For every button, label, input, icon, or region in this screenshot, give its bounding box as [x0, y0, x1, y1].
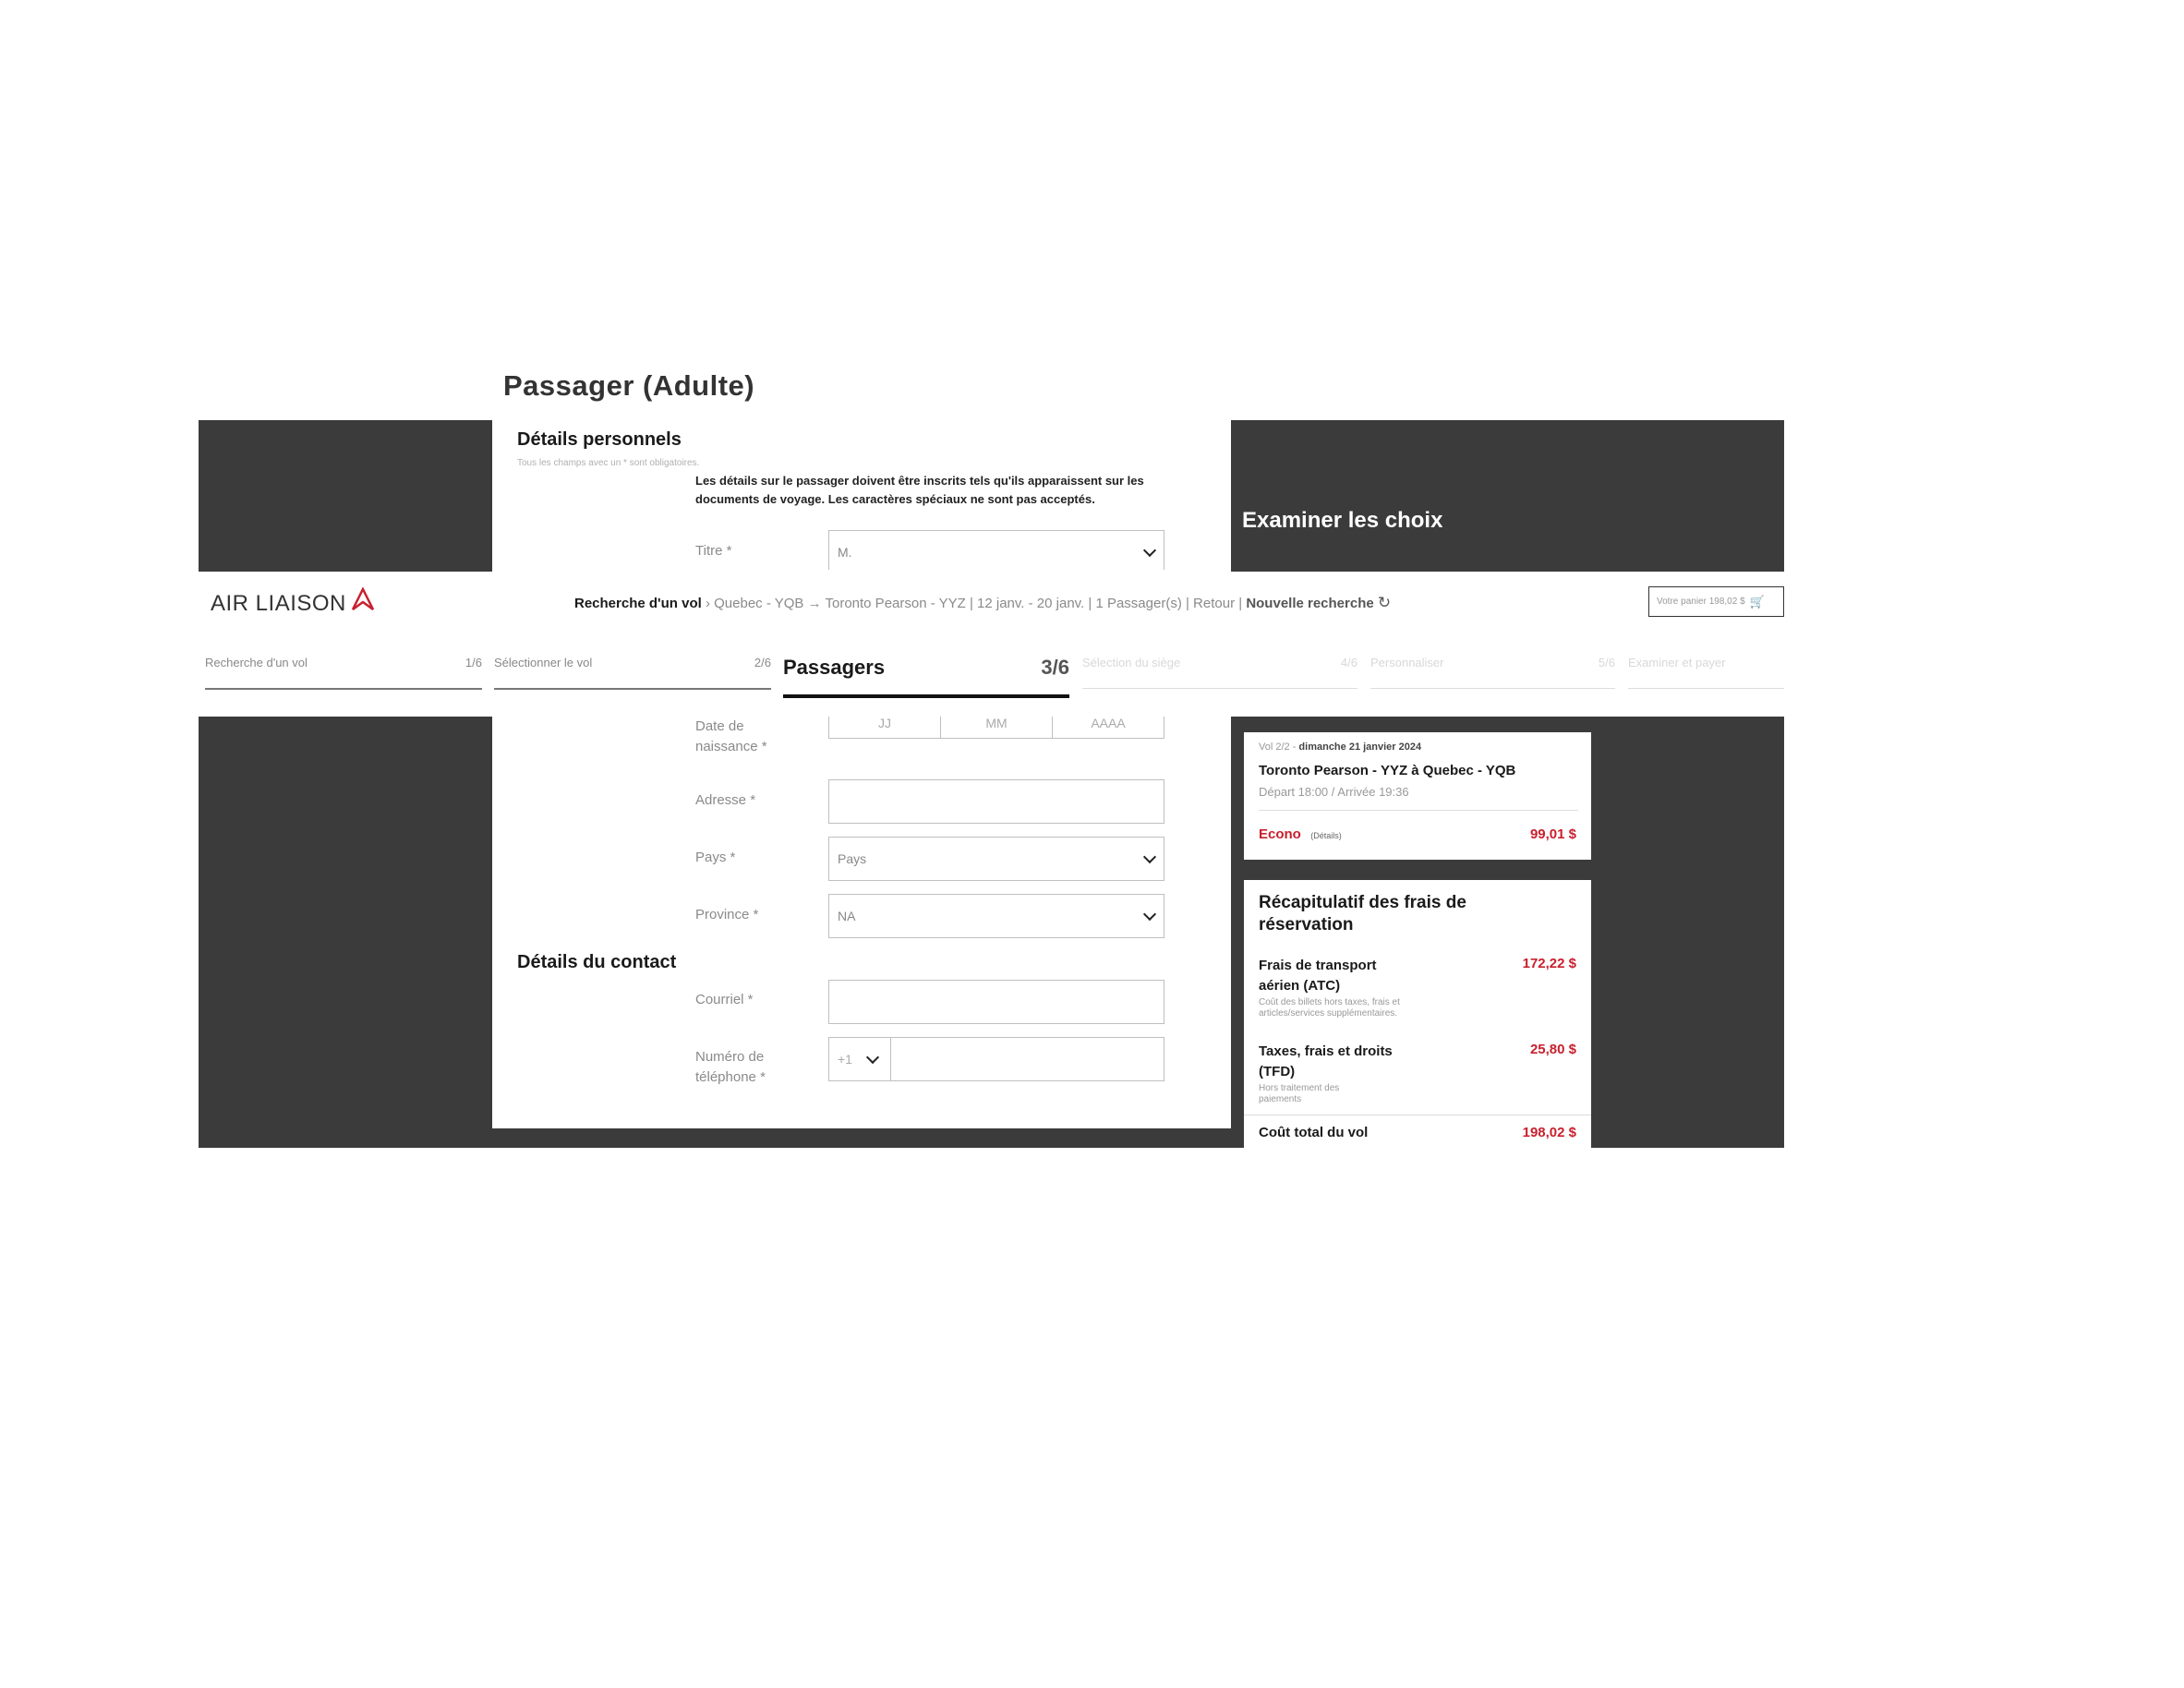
refresh-icon[interactable]: ↻	[1378, 594, 1391, 611]
dob-month-placeholder: MM	[985, 717, 1008, 730]
chevron-down-icon	[865, 1050, 880, 1065]
atc-value: 172,22 $	[1522, 956, 1576, 971]
cart-label: Votre panier 198,02 $	[1657, 597, 1745, 607]
breadcrumb-details: | 12 janv. - 20 janv. | 1 Passager(s) | …	[969, 596, 1243, 611]
flight-leg-header: Vol 2/2 - dimanche 21 janvier 2024	[1259, 742, 1421, 753]
page-title: Passager (Adulte)	[503, 369, 755, 402]
total-value: 198,02 $	[1522, 1125, 1576, 1140]
email-input[interactable]	[828, 980, 1164, 1024]
dark-panel-top-right	[1231, 420, 1784, 572]
atc-label: Frais de transport aérien (ATC)	[1259, 958, 1377, 994]
title-select[interactable]: M.	[828, 530, 1164, 570]
dob-year-input[interactable]: AAAA	[1052, 717, 1164, 739]
step-passengers[interactable]: Passagers 3/6	[783, 646, 1069, 698]
breadcrumb-label: Recherche d'un vol	[574, 596, 702, 611]
tfd-note: Hors traitement des paiements	[1259, 1083, 1340, 1104]
fees-summary-card: Récapitulatif des frais de réservation F…	[1244, 880, 1591, 1148]
logo-text: AIR LIAISON	[211, 591, 346, 616]
dark-panel-top-left	[199, 420, 492, 572]
country-select-value: Pays	[838, 851, 867, 866]
step-number: 2/6	[754, 656, 771, 669]
breadcrumb-destination: Toronto Pearson - YYZ	[825, 596, 966, 611]
step-customize: Personnaliser 5/6	[1370, 646, 1615, 689]
tfd-value: 25,80 $	[1529, 1042, 1576, 1057]
chevron-right-icon: ›	[705, 596, 715, 611]
step-seat-selection: Sélection du siège 4/6	[1082, 646, 1357, 689]
fare-price: 99,01 $	[1529, 826, 1576, 842]
logo-mark-icon	[351, 587, 375, 611]
flight-summary-card: Vol 2/2 - dimanche 21 janvier 2024 Toron…	[1244, 732, 1591, 860]
title-label: Titre *	[695, 543, 732, 559]
step-number: 4/6	[1340, 656, 1357, 669]
address-input[interactable]	[828, 779, 1164, 824]
flight-date: dimanche 21 janvier 2024	[1298, 742, 1422, 753]
chevron-down-icon	[1142, 850, 1157, 864]
dob-month-input[interactable]: MM	[940, 717, 1053, 739]
fare-details-link[interactable]: (Détails)	[1310, 831, 1342, 840]
step-flight-search[interactable]: Recherche d'un vol 1/6	[205, 646, 482, 690]
title-select-value: M.	[838, 545, 852, 560]
cart-icon: 🛒	[1749, 594, 1765, 609]
step-number: 3/6	[1041, 656, 1069, 679]
phone-label: Numéro de téléphone *	[695, 1049, 766, 1085]
review-choices-heading: Examiner les choix	[1242, 508, 1443, 533]
step-number: 5/6	[1598, 656, 1615, 669]
step-label: Recherche d'un vol	[205, 656, 308, 669]
email-label: Courriel *	[695, 992, 754, 1007]
phone-code-select[interactable]: +1	[828, 1037, 891, 1081]
flight-leg-prefix: Vol 2/2 -	[1259, 742, 1299, 753]
divider	[1259, 810, 1578, 811]
chevron-down-icon	[1142, 907, 1157, 922]
arrow-right-icon: →	[807, 596, 826, 611]
contact-details-heading: Détails du contact	[517, 952, 677, 972]
country-label: Pays *	[695, 850, 736, 865]
step-label: Examiner et payer	[1628, 656, 1726, 669]
passenger-details-warning: Les détails sur le passager doivent être…	[695, 474, 1144, 506]
province-select-value: NA	[838, 909, 856, 923]
dob-label: Date de naissance *	[695, 718, 767, 754]
dob-day-placeholder: JJ	[878, 717, 891, 730]
address-label: Adresse *	[695, 792, 756, 808]
phone-input[interactable]	[890, 1037, 1164, 1081]
step-label: Sélection du siège	[1082, 656, 1181, 669]
fees-heading: Récapitulatif des frais de réservation	[1259, 893, 1466, 934]
step-number: 1/6	[465, 656, 482, 669]
logo[interactable]: AIR LIAISON	[211, 587, 375, 617]
step-select-flight[interactable]: Sélectionner le vol 2/6	[494, 646, 771, 690]
tfd-label: Taxes, frais et droits (TFD)	[1259, 1043, 1393, 1079]
flight-times: Départ 18:00 / Arrivée 19:36	[1259, 785, 1409, 799]
fare-row: Econo (Détails)	[1259, 826, 1342, 843]
required-fields-note: Tous les champs avec un * sont obligatoi…	[517, 458, 700, 468]
personal-details-heading: Détails personnels	[517, 429, 682, 450]
step-review-pay: Examiner et payer	[1628, 646, 1784, 689]
phone-code-value: +1	[838, 1052, 852, 1067]
dob-day-input[interactable]: JJ	[828, 717, 941, 739]
step-label: Passagers	[783, 656, 886, 679]
chevron-down-icon	[1142, 543, 1157, 558]
flight-route: Toronto Pearson - YYZ à Quebec - YQB	[1259, 763, 1516, 778]
province-label: Province *	[695, 907, 759, 922]
passenger-form-card: Date de naissance * JJ MM AAAA Adresse *…	[492, 717, 1231, 1128]
step-label: Sélectionner le vol	[494, 656, 593, 669]
province-select[interactable]: NA	[828, 894, 1164, 938]
breadcrumb: Recherche d'un vol › Quebec - YQB → Toro…	[574, 594, 1391, 612]
total-label: Coût total du vol	[1259, 1125, 1369, 1140]
step-label: Personnaliser	[1370, 656, 1444, 669]
new-search-link[interactable]: Nouvelle recherche	[1246, 596, 1373, 611]
dob-year-placeholder: AAAA	[1091, 717, 1126, 730]
atc-note: Coût des billets hors taxes, frais et ar…	[1259, 997, 1400, 1019]
breadcrumb-origin: Quebec - YQB	[714, 596, 804, 611]
country-select[interactable]: Pays	[828, 837, 1164, 881]
personal-details-card: Détails personnels Tous les champs avec …	[492, 420, 1231, 570]
fare-name: Econo	[1259, 826, 1301, 842]
cart-button[interactable]: Votre panier 198,02 $ 🛒	[1648, 586, 1784, 617]
